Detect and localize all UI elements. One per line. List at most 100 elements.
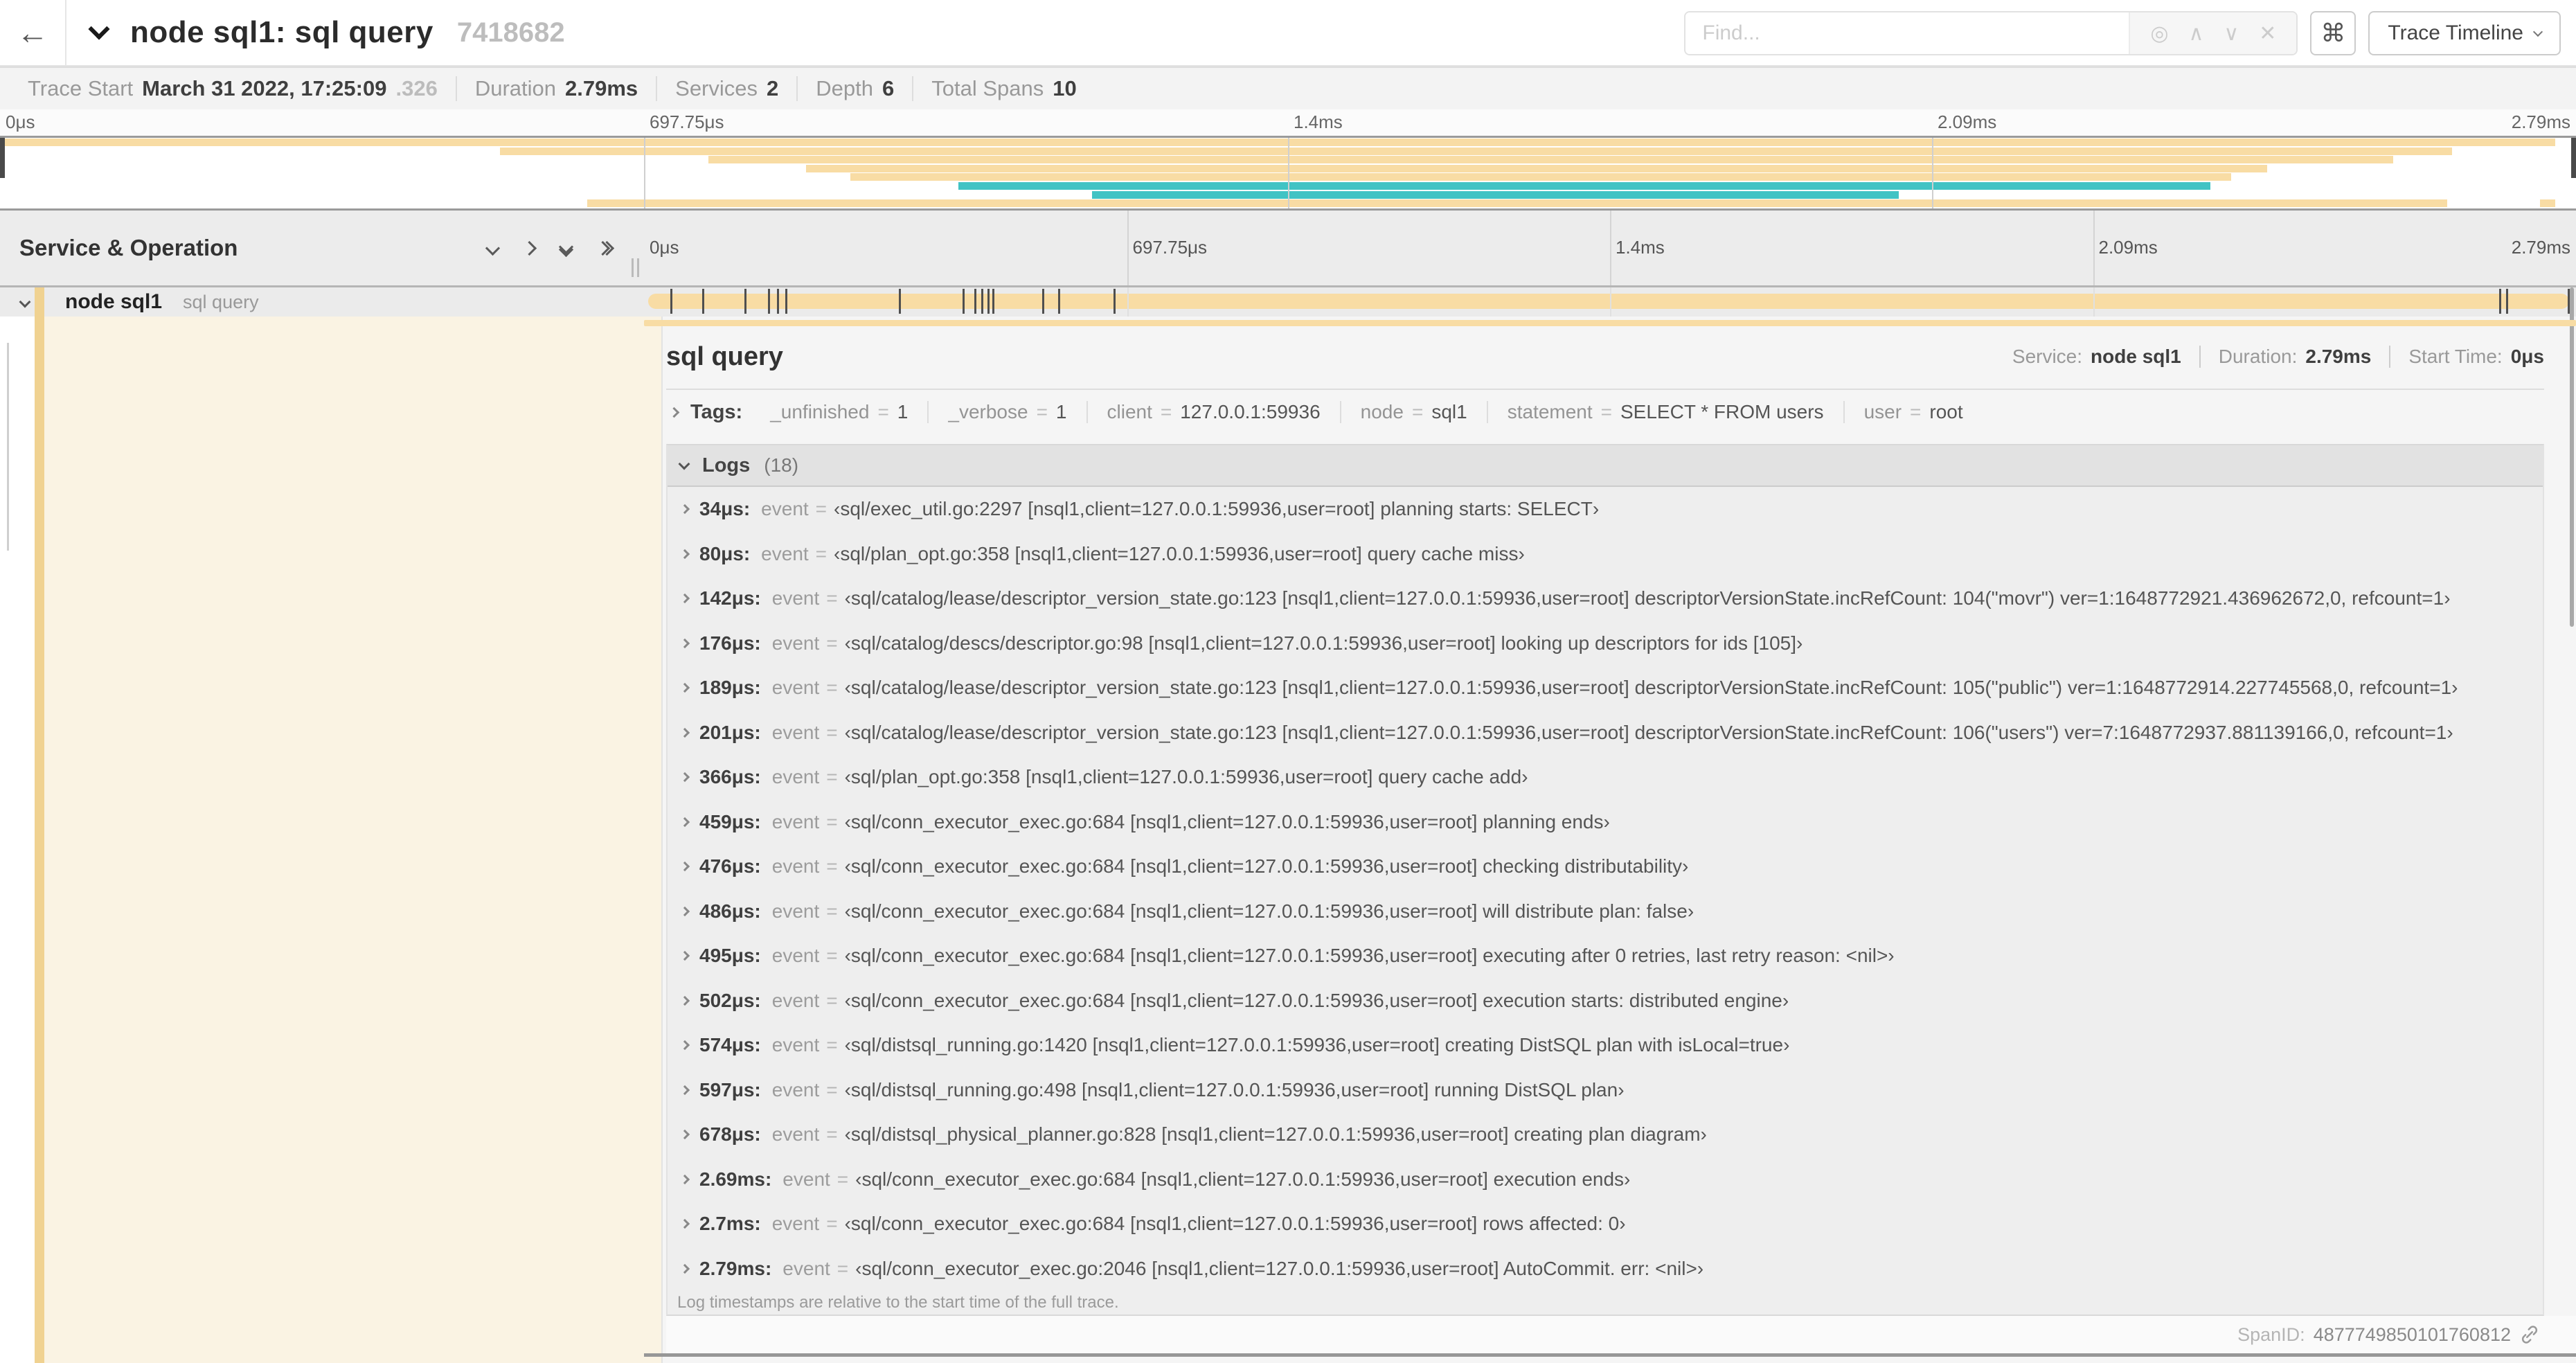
- deep-link-icon[interactable]: [2519, 1324, 2540, 1345]
- log-timestamp: 2.7ms:: [699, 1213, 761, 1235]
- log-entry[interactable]: 2.7ms: event = ‹sql/conn_executor_exec.g…: [668, 1202, 2543, 1247]
- log-entry[interactable]: 80μs: event = ‹sql/plan_opt.go:358 [nsql…: [668, 532, 2543, 577]
- collapse-one-icon[interactable]: [485, 240, 501, 256]
- log-entry[interactable]: 142μs: event = ‹sql/catalog/lease/descri…: [668, 576, 2543, 621]
- log-marker: [1113, 289, 1116, 314]
- log-timestamp: 678μs:: [699, 1123, 761, 1146]
- log-entry[interactable]: 486μs: event = ‹sql/conn_executor_exec.g…: [668, 889, 2543, 934]
- log-field-value: ‹sql/catalog/lease/descriptor_version_st…: [844, 721, 2453, 743]
- chevron-right-icon: [679, 549, 690, 559]
- log-field-value: ‹sql/conn_executor_exec.go:684 [nsql1,cl…: [844, 945, 1895, 967]
- log-marker: [776, 289, 779, 314]
- minimap-left-handle[interactable]: [0, 138, 5, 178]
- log-marker: [744, 289, 747, 314]
- log-field-value: ‹sql/distsql_physical_planner.go:828 [ns…: [844, 1123, 1707, 1146]
- span-id-row: SpanID: 4877749850101760812: [666, 1316, 2576, 1353]
- detail-start-time-label: Start Time:: [2408, 346, 2503, 367]
- log-timestamp: 142μs:: [699, 587, 761, 609]
- chevron-right-icon: [679, 727, 690, 738]
- tags-toggle-row[interactable]: Tags: _unfinished = 1 _verbose = 1 clien…: [666, 390, 2576, 434]
- log-entry[interactable]: 502μs: event = ‹sql/conn_executor_exec.g…: [668, 979, 2543, 1024]
- timeline-tick-label: 697.75μs: [1132, 237, 1208, 258]
- chevron-down-icon[interactable]: [88, 18, 110, 40]
- find-input[interactable]: [1685, 12, 2129, 54]
- tag-equals: =: [877, 401, 889, 422]
- total-spans-label: Total Spans: [931, 76, 1044, 100]
- log-marker: [785, 289, 787, 314]
- chevron-right-icon: [679, 594, 690, 604]
- span-duration-bar[interactable]: [648, 289, 2570, 314]
- log-entry[interactable]: 34μs: event = ‹sql/exec_util.go:2297 [ns…: [668, 487, 2543, 532]
- back-arrow-icon: ←: [17, 15, 48, 51]
- tag-item[interactable]: node = sql1: [1339, 401, 1487, 423]
- collapse-all-icon[interactable]: [558, 239, 574, 257]
- minimap-span-bar: [587, 199, 2447, 208]
- log-equals: =: [826, 855, 838, 878]
- span-row-timeline[interactable]: [644, 287, 2576, 317]
- log-entry[interactable]: 678μs: event = ‹sql/distsql_physical_pla…: [668, 1112, 2543, 1157]
- log-field-key: event: [771, 677, 820, 699]
- log-timestamp: 486μs:: [699, 900, 761, 922]
- log-timestamp: 495μs:: [699, 945, 761, 967]
- log-entry[interactable]: 2.69ms: event = ‹sql/conn_executor_exec.…: [668, 1157, 2543, 1202]
- command-icon: ⌘: [2320, 19, 2346, 47]
- tag-item[interactable]: client = 127.0.0.1:59936: [1086, 401, 1340, 423]
- service-operation-label: Service & Operation: [19, 235, 238, 260]
- log-equals: =: [826, 900, 838, 922]
- next-result-icon[interactable]: ∨: [2224, 21, 2239, 46]
- keyboard-shortcuts-button[interactable]: ⌘: [2310, 11, 2356, 55]
- log-marker: [992, 289, 995, 314]
- locate-icon[interactable]: ◎: [2150, 21, 2168, 46]
- clear-search-icon[interactable]: ✕: [2259, 21, 2276, 46]
- tag-item[interactable]: user = root: [1843, 401, 1983, 423]
- log-entry[interactable]: 476μs: event = ‹sql/conn_executor_exec.g…: [668, 844, 2543, 889]
- tag-item[interactable]: _verbose = 1: [927, 401, 1086, 423]
- chevron-right-icon: [679, 951, 690, 961]
- log-entry[interactable]: 495μs: event = ‹sql/conn_executor_exec.g…: [668, 934, 2543, 979]
- duration-label: Duration: [474, 76, 556, 100]
- tag-key: _verbose: [948, 401, 1028, 422]
- trace-title-row: node sql1: sql query 7418682: [88, 0, 565, 65]
- timeline-gridline: [2093, 287, 2095, 317]
- log-entry[interactable]: 176μs: event = ‹sql/catalog/descs/descri…: [668, 621, 2543, 666]
- trace-start-value: March 31 2022, 17:25:09: [142, 76, 387, 100]
- tag-item[interactable]: statement = SELECT * FROM users: [1486, 401, 1843, 423]
- horizontal-scrollbar[interactable]: [644, 1353, 2576, 1357]
- log-entry[interactable]: 574μs: event = ‹sql/distsql_running.go:1…: [668, 1023, 2543, 1068]
- tag-item[interactable]: _unfinished = 1: [751, 401, 927, 423]
- log-entry[interactable]: 201μs: event = ‹sql/catalog/lease/descri…: [668, 711, 2543, 756]
- tag-value: 1: [1055, 401, 1067, 422]
- collapse-span-icon[interactable]: [19, 296, 31, 308]
- expand-one-icon[interactable]: [521, 240, 537, 256]
- span-row[interactable]: node sql1 sql query: [0, 287, 2576, 317]
- timeline-gridline: [2093, 211, 2095, 285]
- timeline-tick-header: 0μs 697.75μs 1.4ms 2.09ms 2.79ms: [644, 211, 2576, 285]
- back-button[interactable]: ←: [0, 0, 66, 65]
- log-entry[interactable]: 189μs: event = ‹sql/catalog/lease/descri…: [668, 666, 2543, 711]
- column-resize-grip[interactable]: [632, 258, 639, 277]
- log-field-value: ‹sql/conn_executor_exec.go:684 [nsql1,cl…: [844, 1213, 1626, 1235]
- trace-view-selector[interactable]: Trace Timeline: [2368, 11, 2561, 55]
- log-field-key: event: [771, 721, 820, 743]
- vertical-scrollbar[interactable]: [2570, 287, 2574, 627]
- tag-key: node: [1360, 401, 1404, 422]
- minimap-right-handle[interactable]: [2571, 138, 2576, 178]
- expand-all-icon[interactable]: [595, 240, 615, 256]
- log-field-value: ‹sql/distsql_running.go:498 [nsql1,clien…: [844, 1078, 1625, 1101]
- tag-value: 1: [897, 401, 909, 422]
- logs-toggle-header[interactable]: Logs (18): [668, 445, 2543, 487]
- service-color-strip: [35, 287, 44, 317]
- log-entry[interactable]: 459μs: event = ‹sql/conn_executor_exec.g…: [668, 800, 2543, 845]
- log-marker: [767, 289, 770, 314]
- log-entry[interactable]: 597μs: event = ‹sql/distsql_running.go:4…: [668, 1068, 2543, 1113]
- log-entry[interactable]: 2.79ms: event = ‹sql/conn_executor_exec.…: [668, 1247, 2543, 1292]
- log-field-key: event: [761, 542, 809, 564]
- trace-timeline-minimap[interactable]: [0, 136, 2576, 211]
- log-timestamp: 176μs:: [699, 632, 761, 654]
- log-entry[interactable]: 366μs: event = ‹sql/plan_opt.go:358 [nsq…: [668, 755, 2543, 800]
- log-marker: [974, 289, 977, 314]
- prev-result-icon[interactable]: ∧: [2188, 21, 2203, 46]
- log-marker: [701, 289, 704, 314]
- span-row-name-cell[interactable]: node sql1 sql query: [0, 287, 644, 317]
- log-field-value: ‹sql/catalog/lease/descriptor_version_st…: [844, 587, 2451, 609]
